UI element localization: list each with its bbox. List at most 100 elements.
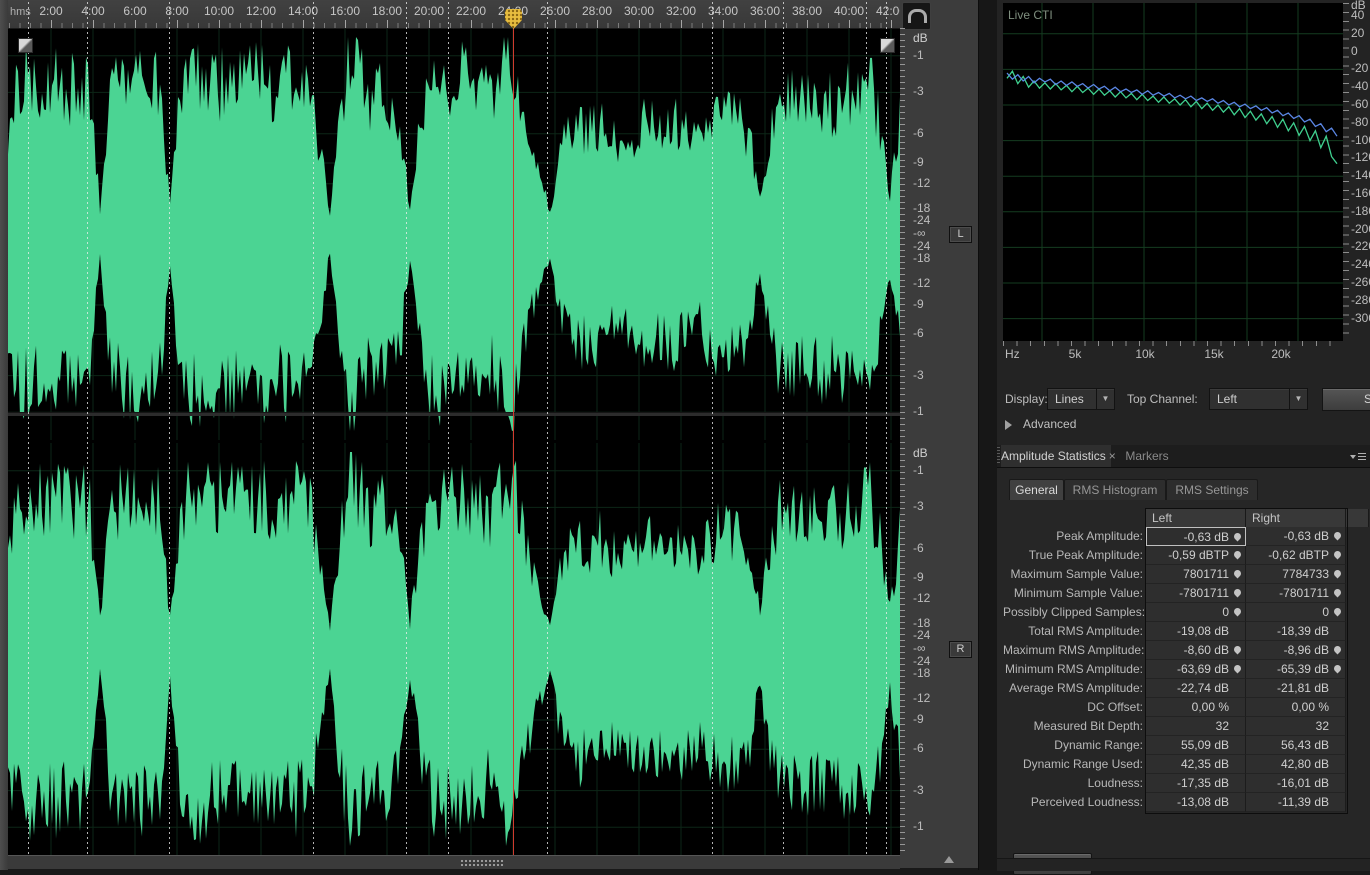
stat-cell-right[interactable]: 0,00 %: [1246, 698, 1346, 717]
pin-icon[interactable]: [1233, 645, 1243, 655]
ruler-tick-label: 4:00: [71, 4, 115, 18]
stat-value: 7784733: [1282, 567, 1329, 581]
panel-menu-icon[interactable]: [1350, 453, 1366, 463]
ruler-major-tick: [135, 20, 136, 28]
timeline-ruler[interactable]: hms 2:004:006:008:0010:0012:0014:0016:00…: [8, 0, 900, 29]
pin-icon[interactable]: [1333, 645, 1343, 655]
stat-cell-right[interactable]: -18,39 dB: [1246, 622, 1346, 641]
stat-cell-right[interactable]: 42,80 dB: [1246, 755, 1346, 774]
scrollbar-grip[interactable]: [460, 859, 504, 866]
stat-value: 32: [1216, 719, 1229, 733]
stat-cell-left[interactable]: -63,69 dB: [1146, 660, 1246, 679]
panel-footer: [997, 858, 1370, 871]
pin-icon[interactable]: [1233, 532, 1243, 542]
table-header-right[interactable]: Right: [1246, 509, 1346, 527]
stat-cell-right[interactable]: -7801711: [1246, 584, 1346, 603]
pin-icon[interactable]: [1333, 588, 1343, 598]
stat-row-label: Total RMS Amplitude:: [1003, 624, 1143, 638]
table-header-left[interactable]: Left: [1146, 509, 1246, 527]
tab-amplitude-statistics[interactable]: Amplitude Statistics×: [1001, 445, 1111, 467]
spectrum-y-label: -60: [1351, 97, 1368, 111]
stat-value: -21,81 dB: [1277, 681, 1329, 695]
panel-grip[interactable]: [997, 447, 1000, 465]
ruler-tick-label: 22:00: [449, 4, 493, 18]
stat-cell-left[interactable]: 0,00 %: [1146, 698, 1246, 717]
stat-cell-left[interactable]: -0,59 dBTP: [1146, 546, 1246, 565]
waveform-right-channel[interactable]: [8, 443, 900, 855]
stat-cell-left[interactable]: -8,60 dB: [1146, 641, 1246, 660]
pin-icon[interactable]: [1233, 607, 1243, 617]
stat-cell-right[interactable]: 56,43 dB: [1246, 736, 1346, 755]
selection-handle-left[interactable]: [18, 38, 33, 53]
stat-cell-left[interactable]: -0,63 dB: [1146, 527, 1246, 546]
table-row: Dynamic Range:55,09 dB56,43 dB: [997, 736, 1370, 755]
stat-cell-right[interactable]: -0,63 dB: [1246, 527, 1346, 546]
stat-cell-right[interactable]: 32: [1246, 717, 1346, 736]
stat-cell-left[interactable]: 7801711: [1146, 565, 1246, 584]
db-scale-label: -3: [913, 368, 924, 382]
advanced-disclosure-icon[interactable]: [1005, 420, 1012, 430]
stat-value: -19,08 dB: [1177, 624, 1229, 638]
waveform-left-channel[interactable]: [8, 28, 900, 440]
panel-separator[interactable]: [978, 0, 998, 870]
stat-cell-right[interactable]: -65,39 dB: [1246, 660, 1346, 679]
ruler-major-tick: [723, 20, 724, 28]
stat-value: -18,39 dB: [1277, 624, 1329, 638]
stat-value: 0: [1222, 605, 1229, 619]
stat-cell-right[interactable]: 0: [1246, 603, 1346, 622]
stat-cell-left[interactable]: -19,08 dB: [1146, 622, 1246, 641]
waveform-editor[interactable]: hms 2:004:006:008:0010:0012:0014:0016:00…: [8, 0, 900, 868]
stat-cell-right[interactable]: -0,62 dBTP: [1246, 546, 1346, 565]
stat-cell-left[interactable]: 32: [1146, 717, 1246, 736]
stat-cell-left[interactable]: 55,09 dB: [1146, 736, 1246, 755]
pin-icon[interactable]: [1333, 664, 1343, 674]
pin-icon[interactable]: [1233, 588, 1243, 598]
scroll-up-icon[interactable]: [944, 856, 954, 863]
statistics-table: LeftRightPeak Amplitude:-0,63 dB-0,63 dB…: [997, 468, 1370, 859]
pin-icon[interactable]: [1333, 531, 1343, 541]
stat-cell-left[interactable]: 0: [1146, 603, 1246, 622]
channel-button-right[interactable]: R: [949, 641, 972, 658]
pin-icon[interactable]: [1233, 550, 1243, 560]
ruler-tick-label: 36:00: [743, 4, 787, 18]
stat-cell-left[interactable]: -22,74 dB: [1146, 679, 1246, 698]
advanced-label[interactable]: Advanced: [1023, 417, 1076, 431]
stat-cell-left[interactable]: 42,35 dB: [1146, 755, 1246, 774]
channel-button-left[interactable]: L: [949, 226, 972, 243]
stat-row-label: Minimum RMS Amplitude:: [1003, 662, 1143, 676]
spectrum-x-label: 20k: [1271, 347, 1290, 361]
horizontal-scrollbar[interactable]: [8, 855, 900, 869]
stat-cell-left[interactable]: -7801711: [1146, 584, 1246, 603]
stat-value: -0,63 dB: [1284, 529, 1329, 543]
monitor-button[interactable]: [902, 2, 931, 30]
pin-icon[interactable]: [1333, 550, 1343, 560]
table-header-extra[interactable]: [1346, 509, 1369, 527]
scan-button[interactable]: S: [1322, 388, 1370, 411]
stat-cell-right[interactable]: -11,39 dB: [1246, 793, 1346, 812]
table-row: Total RMS Amplitude: -19,08 dB -18,39 dB: [997, 622, 1370, 641]
db-scale-label: -3: [913, 84, 924, 98]
stat-cell-right[interactable]: -16,01 dB: [1246, 774, 1346, 793]
table-row: Possibly Clipped Samples:00: [997, 603, 1370, 622]
pin-icon[interactable]: [1333, 607, 1343, 617]
spectrum-chart[interactable]: [1003, 3, 1343, 341]
db-scale-gutter[interactable]: dB dB L R -1-3-6-9-12-18-24-∞-24-18-12-9…: [900, 0, 978, 868]
stat-cell-right[interactable]: -21,81 dB: [1246, 679, 1346, 698]
db-scale-label: -6: [913, 741, 924, 755]
display-dropdown[interactable]: Lines ▼: [1047, 388, 1115, 410]
stat-cell-left[interactable]: -13,08 dB: [1146, 793, 1246, 812]
pin-icon[interactable]: [1233, 664, 1243, 674]
stat-cell-right[interactable]: -8,96 dB: [1246, 641, 1346, 660]
stat-cell-left[interactable]: -17,35 dB: [1146, 774, 1246, 793]
stat-cell-right[interactable]: 7784733: [1246, 565, 1346, 584]
top-channel-dropdown[interactable]: Left ▼: [1209, 388, 1308, 410]
table-row: Perceived Loudness:-13,08 dB-11,39 dB: [997, 793, 1370, 812]
spectrum-y-label: -140: [1351, 168, 1370, 182]
pin-icon[interactable]: [1333, 569, 1343, 579]
tab-markers[interactable]: Markers: [1113, 445, 1181, 467]
waveform-canvas[interactable]: [8, 28, 900, 855]
pin-icon[interactable]: [1233, 569, 1243, 579]
panel-edge-strip: [0, 0, 8, 870]
selection-handle-right[interactable]: [880, 38, 895, 53]
channel-divider[interactable]: [8, 412, 900, 416]
